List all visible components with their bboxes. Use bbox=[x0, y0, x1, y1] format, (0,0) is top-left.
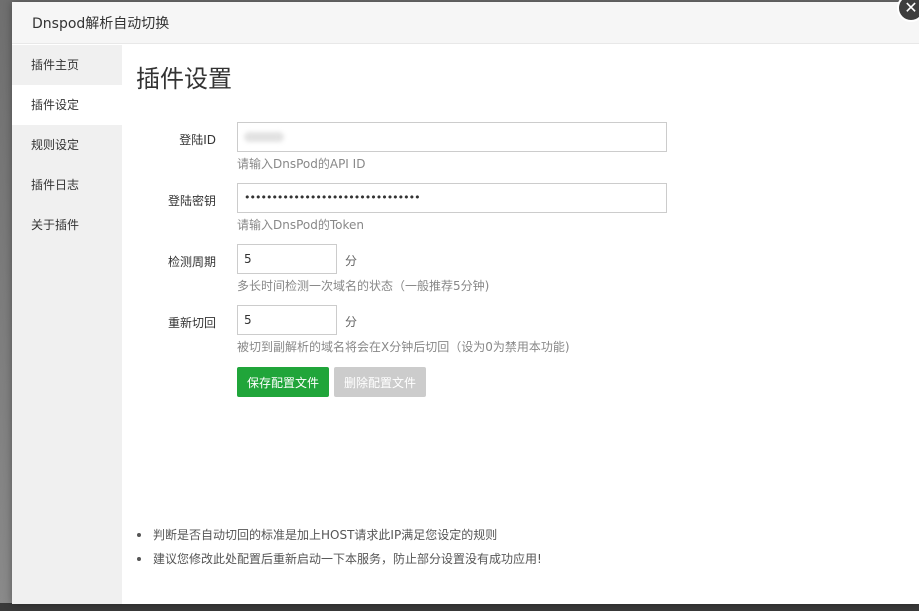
save-config-button[interactable]: 保存配置文件 bbox=[237, 367, 330, 397]
dialog-titlebar: Dnspod解析自动切换 bbox=[12, 2, 919, 44]
delete-config-button[interactable]: 删除配置文件 bbox=[334, 367, 427, 397]
check-period-unit: 分 bbox=[345, 254, 358, 268]
check-period-input[interactable]: 5 bbox=[237, 244, 337, 274]
check-period-label: 检测周期 bbox=[167, 255, 216, 269]
sidebar-item-rules[interactable]: 规则设定 bbox=[12, 125, 122, 165]
sidebar: 插件主页 插件设定 规则设定 插件日志 关于插件 bbox=[12, 45, 122, 604]
login-key-label: 登陆密钥 bbox=[167, 194, 216, 208]
sidebar-item-about[interactable]: 关于插件 bbox=[12, 205, 122, 245]
switch-back-unit: 分 bbox=[345, 315, 358, 329]
plugin-dialog: Dnspod解析自动切换 ✕ 插件主页 插件设定 规则设定 插件日志 关于插件 … bbox=[12, 0, 919, 604]
sidebar-item-logs[interactable]: 插件日志 bbox=[12, 165, 122, 205]
note-item: 判断是否自动切回的标准是加上HOST请求此IP满足您设定的规则 bbox=[136, 523, 542, 547]
login-id-input[interactable] bbox=[237, 122, 667, 152]
sidebar-item-settings[interactable]: 插件设定 bbox=[12, 85, 122, 125]
login-key-hint: 请输入DnsPod的Token bbox=[237, 218, 365, 232]
sidebar-item-home[interactable]: 插件主页 bbox=[12, 45, 122, 85]
dialog-title: Dnspod解析自动切换 bbox=[32, 15, 170, 32]
backdrop-strip bbox=[0, 603, 919, 611]
switch-back-label: 重新切回 bbox=[167, 316, 216, 330]
page-title: 插件设置 bbox=[136, 65, 232, 93]
switch-back-hint: 被切到副解析的域名将会在X分钟后切回（设为0为禁用本功能) bbox=[237, 340, 570, 354]
note-item: 建议您修改此处配置后重新启动一下本服务，防止部分设置没有成功应用! bbox=[136, 547, 542, 571]
main-panel: 插件设置 登陆ID 请输入DnsPod的API ID 登陆密钥 ••••••••… bbox=[122, 45, 919, 604]
switch-back-input[interactable]: 5 bbox=[237, 305, 337, 335]
check-period-hint: 多长时间检测一次域名的状态（一般推荐5分钟) bbox=[237, 279, 490, 293]
notes-list: 判断是否自动切回的标准是加上HOST请求此IP满足您设定的规则 建议您修改此处配… bbox=[136, 523, 542, 571]
login-id-hint: 请输入DnsPod的API ID bbox=[237, 157, 366, 171]
login-id-label: 登陆ID bbox=[179, 133, 216, 147]
login-key-input[interactable]: •••••••••••••••••••••••••••••••• bbox=[237, 183, 667, 213]
redacted-value bbox=[244, 132, 284, 142]
